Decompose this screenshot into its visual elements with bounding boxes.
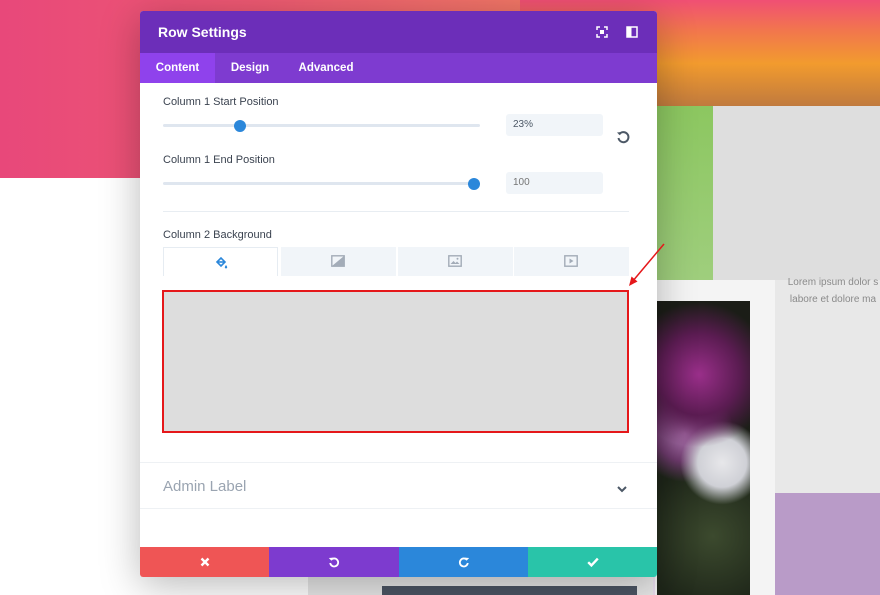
- row-settings-modal: Row Settings Content Design Advanced Col…: [140, 11, 657, 577]
- lorem-line-2: labore et dolore ma: [789, 294, 877, 305]
- fullscreen-icon[interactable]: [596, 25, 610, 39]
- background-video-tab[interactable]: [514, 247, 629, 276]
- reset-icon[interactable]: [616, 130, 630, 144]
- section-divider: [140, 462, 657, 463]
- end-position-slider-handle[interactable]: [468, 178, 480, 190]
- cancel-button[interactable]: [140, 547, 269, 577]
- end-position-label: Column 1 End Position: [163, 154, 275, 166]
- modal-footer: [140, 547, 657, 577]
- text-card: [775, 280, 880, 495]
- divider: [163, 211, 629, 212]
- lilac-block: [773, 493, 880, 595]
- bottom-dark-image: [382, 586, 637, 595]
- modal-content: Column 1 Start Position Column 1 End Pos…: [140, 83, 657, 547]
- video-icon: [564, 255, 578, 267]
- modal-tabs: Content Design Advanced: [140, 53, 657, 83]
- background-color-tab[interactable]: [163, 247, 278, 276]
- undo-icon: [328, 557, 340, 568]
- modal-title: Row Settings: [158, 24, 247, 40]
- check-icon: [586, 557, 599, 567]
- save-button[interactable]: [528, 547, 657, 577]
- lorem-line-1: Lorem ipsum dolor s: [787, 277, 879, 288]
- end-position-slider-track[interactable]: [163, 182, 480, 185]
- start-position-slider-handle[interactable]: [234, 120, 247, 132]
- background-image-tab[interactable]: [398, 247, 513, 276]
- admin-label-toggle[interactable]: Admin Label: [163, 478, 246, 495]
- start-position-input[interactable]: [506, 114, 603, 136]
- modal-header: Row Settings: [140, 11, 657, 53]
- image-icon: [448, 255, 462, 267]
- grey-column-block: [713, 106, 880, 280]
- end-position-input[interactable]: [506, 172, 603, 194]
- start-position-slider-track[interactable]: [163, 124, 480, 127]
- tab-design[interactable]: Design: [215, 53, 285, 83]
- background-gradient-tab[interactable]: [281, 247, 396, 276]
- start-position-label: Column 1 Start Position: [163, 96, 279, 108]
- lorem-text: Lorem ipsum dolor s labore et dolore ma: [786, 274, 880, 308]
- tab-content[interactable]: Content: [140, 53, 215, 83]
- tab-advanced[interactable]: Advanced: [285, 53, 367, 83]
- paint-bucket-icon: [215, 256, 228, 269]
- column2-background-label: Column 2 Background: [163, 229, 272, 241]
- annotation-arrow-icon: [629, 243, 665, 286]
- redo-button[interactable]: [399, 547, 528, 577]
- section-divider: [140, 508, 657, 509]
- gradient-icon: [331, 255, 345, 267]
- chevron-down-icon[interactable]: [616, 482, 628, 494]
- background-color-preview[interactable]: [162, 290, 629, 433]
- undo-button[interactable]: [269, 547, 399, 577]
- close-icon: [200, 557, 209, 567]
- flower-photo: [657, 301, 750, 595]
- redo-icon: [458, 557, 469, 568]
- sidebar-layout-icon[interactable]: [626, 25, 640, 39]
